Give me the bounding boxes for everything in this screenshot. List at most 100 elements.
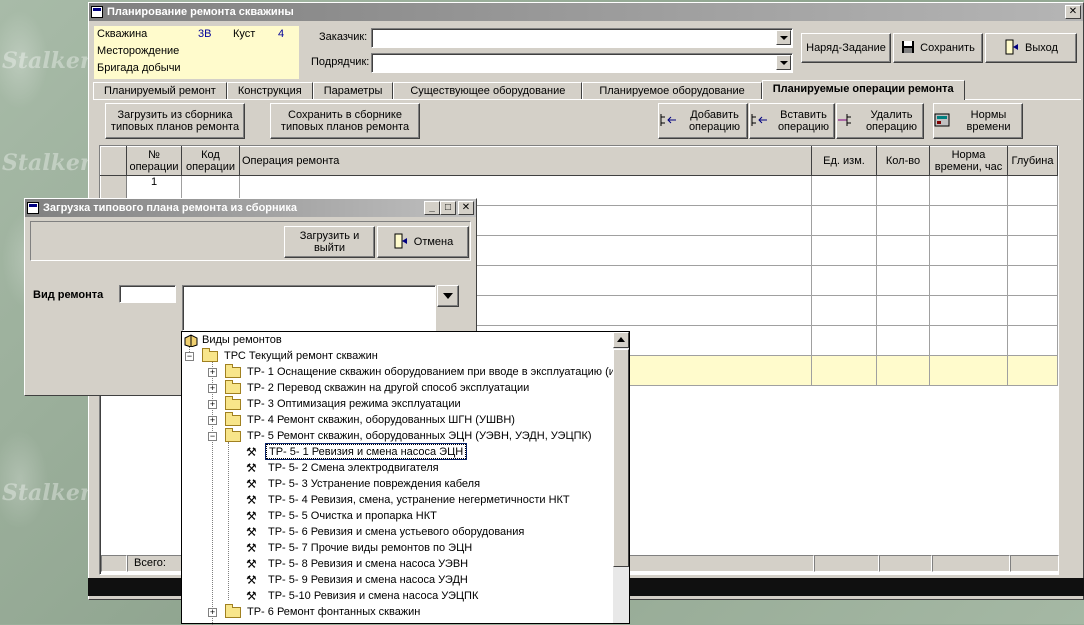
exit-button[interactable]: Выход <box>985 33 1077 63</box>
scroll-up-button[interactable] <box>613 332 629 348</box>
cell[interactable] <box>876 295 930 326</box>
tree-label: ТР- 1 Оснащение скважин оборудованием пр… <box>247 366 615 378</box>
contractor-select[interactable] <box>371 53 793 73</box>
customer-select[interactable] <box>371 28 793 48</box>
work-order-button[interactable]: Наряд-Задание <box>801 33 891 63</box>
cell[interactable] <box>929 325 1008 356</box>
tab-planned-equipment[interactable]: Планируемое оборудование <box>582 82 762 100</box>
expand-icon[interactable]: + <box>208 608 217 617</box>
delete-operation-button[interactable]: Удалить операцию <box>836 103 924 139</box>
cell[interactable] <box>811 295 877 326</box>
time-norms-button[interactable]: Нормы времени <box>933 103 1023 139</box>
tree-label: ТР- 5- 5 Очистка и пропарка НКТ <box>268 510 437 522</box>
insert-row-icon <box>750 112 768 131</box>
hammer-wrench-icon: ⚒ <box>246 573 257 587</box>
tab-planned-operations[interactable]: Планируемые операции ремонта <box>761 80 965 100</box>
cell[interactable] <box>1007 355 1058 386</box>
folder-icon <box>225 412 241 426</box>
main-window-title: Планирование ремонта скважины <box>107 6 294 18</box>
column-header-code[interactable]: Код операции <box>181 146 240 176</box>
hammer-wrench-icon: ⚒ <box>246 461 257 475</box>
expand-icon[interactable]: + <box>208 400 217 409</box>
scrollbar-thumb[interactable] <box>613 349 629 567</box>
maximize-icon[interactable]: □ <box>440 201 456 215</box>
cell[interactable] <box>1007 265 1058 296</box>
main-title-bar[interactable]: Планирование ремонта скважины ✕ <box>89 3 1083 21</box>
cell[interactable] <box>1007 325 1058 356</box>
expand-icon[interactable]: + <box>208 416 217 425</box>
repair-types-tree[interactable]: Виды ремонтов − ТРС Текущий ремонт скваж… <box>181 331 630 625</box>
tree-label: ТР- 5- 6 Ревизия и смена устьевого обору… <box>268 526 525 538</box>
save-plan-button[interactable]: Сохранить в сборнике типовых планов ремо… <box>270 103 420 139</box>
well-label: Скважина <box>97 28 148 40</box>
tree-label: ТР- 6 Ремонт фонтанных скважин <box>247 606 421 618</box>
cell[interactable] <box>929 295 1008 326</box>
hammer-wrench-icon: ⚒ <box>246 541 257 555</box>
tree-label: Виды ремонтов <box>202 334 282 346</box>
cell[interactable] <box>929 205 1008 236</box>
folder-icon <box>225 364 241 378</box>
expand-icon[interactable]: + <box>208 368 217 377</box>
well-value: 3В <box>198 28 212 40</box>
load-and-exit-button[interactable]: Загрузить и выйти <box>284 226 375 258</box>
contractor-label: Подрядчик: <box>311 56 370 68</box>
insert-operation-button[interactable]: Вставить операцию <box>749 103 835 139</box>
cell-unit[interactable] <box>811 175 877 206</box>
column-header-operation[interactable]: Операция ремонта <box>239 146 812 176</box>
cell[interactable] <box>1007 205 1058 236</box>
load-plan-button[interactable]: Загрузить из сборника типовых планов рем… <box>105 103 245 139</box>
cell[interactable] <box>929 235 1008 266</box>
delete-row-icon <box>837 112 855 131</box>
save-button[interactable]: Сохранить <box>893 33 983 63</box>
chevron-down-icon[interactable] <box>776 30 791 45</box>
folder-icon <box>225 396 241 410</box>
add-operation-button[interactable]: Добавить операцию <box>658 103 748 139</box>
column-header-num[interactable]: № операции <box>126 146 182 176</box>
expand-icon[interactable]: + <box>208 384 217 393</box>
tree-label: ТР- 5- 7 Прочие виды ремонтов по ЭЦН <box>268 542 473 554</box>
cell[interactable] <box>811 355 877 386</box>
tab-parameters[interactable]: Параметры <box>312 82 394 100</box>
cell[interactable] <box>929 265 1008 296</box>
folder-icon <box>225 604 241 618</box>
close-icon[interactable]: ✕ <box>458 201 474 215</box>
cell-qty[interactable] <box>876 175 930 206</box>
tab-existing-equipment[interactable]: Существующее оборудование <box>393 82 583 100</box>
collapse-icon[interactable]: − <box>208 432 217 441</box>
repair-type-dropdown-button[interactable] <box>437 285 459 307</box>
cell-depth[interactable] <box>1007 175 1058 206</box>
hammer-wrench-icon: ⚒ <box>246 557 257 571</box>
column-header-norm[interactable]: Норма времени, час <box>929 146 1008 176</box>
cancel-button[interactable]: Отмена <box>377 226 469 258</box>
cell[interactable] <box>811 235 877 266</box>
chevron-down-icon[interactable] <box>776 55 791 70</box>
minimize-icon[interactable]: _ <box>424 201 440 215</box>
cell[interactable] <box>811 325 877 356</box>
column-header-qty[interactable]: Кол-во <box>876 146 930 176</box>
cell[interactable] <box>929 355 1008 386</box>
cell[interactable] <box>876 265 930 296</box>
collapse-icon[interactable]: − <box>185 352 194 361</box>
column-header-depth[interactable]: Глубина <box>1007 146 1058 176</box>
footer-cell <box>879 555 932 572</box>
cell[interactable] <box>811 265 877 296</box>
cell[interactable] <box>876 325 930 356</box>
cell-norm[interactable] <box>929 175 1008 206</box>
tab-construction[interactable]: Конструкция <box>226 82 313 100</box>
column-header-unit[interactable]: Ед. изм. <box>811 146 877 176</box>
row-indicator-header <box>100 146 127 176</box>
cell[interactable] <box>811 205 877 236</box>
cell[interactable] <box>876 355 930 386</box>
cell[interactable] <box>876 205 930 236</box>
cell[interactable] <box>1007 295 1058 326</box>
cell[interactable] <box>876 235 930 266</box>
close-icon[interactable]: ✕ <box>1065 5 1081 19</box>
field-label: Месторождение <box>97 45 180 57</box>
footer-indicator <box>101 555 127 572</box>
tree-scrollbar[interactable] <box>613 332 629 623</box>
repair-type-code-input[interactable] <box>119 285 176 303</box>
repair-type-name-field[interactable] <box>182 285 436 331</box>
tab-planned-repair[interactable]: Планируемый ремонт <box>93 82 227 100</box>
dialog-title-bar[interactable]: Загрузка типового плана ремонта из сборн… <box>25 199 476 217</box>
cell[interactable] <box>1007 235 1058 266</box>
